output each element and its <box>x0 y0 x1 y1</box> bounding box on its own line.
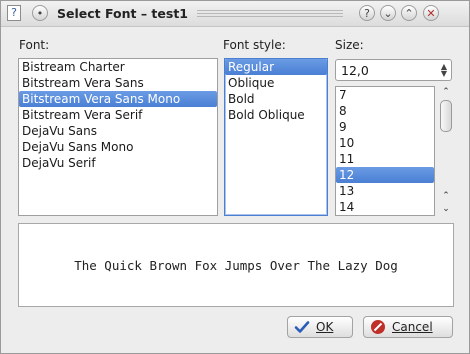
cancel-button[interactable]: Cancel <box>363 316 453 338</box>
size-list-item[interactable]: 10 <box>336 135 434 151</box>
help-button[interactable]: ? <box>359 5 375 21</box>
font-style-list[interactable]: Regular Oblique Bold Bold Oblique <box>224 58 328 216</box>
font-label: Font: <box>19 38 50 52</box>
size-value: 12,0 <box>341 63 369 78</box>
checkmark-icon <box>294 321 310 333</box>
cancel-button-label: Cancel <box>392 320 433 334</box>
window-help-icon[interactable]: ? <box>7 5 21 21</box>
font-preview: The Quick Brown Fox Jumps Over The Lazy … <box>18 223 454 307</box>
cancel-icon <box>371 320 385 334</box>
size-list-item[interactable]: 12 <box>336 167 434 183</box>
select-font-dialog: ? • Select Font – test1 ? ⌄ ⌃ ✕ Font: Bi… <box>0 0 470 354</box>
font-list-item[interactable]: Bistream Charter <box>19 59 217 75</box>
scroll-up-lower-icon[interactable]: ⌃ <box>440 190 452 202</box>
font-style-list-item[interactable]: Oblique <box>225 75 327 91</box>
size-list-item[interactable]: 7 <box>336 87 434 103</box>
size-list-scrollbar[interactable]: ⌃ ⌃ ⌄ <box>438 86 454 216</box>
title-bar[interactable]: ? • Select Font – test1 ? ⌄ ⌃ ✕ <box>1 1 469 27</box>
font-style-list-item[interactable]: Bold Oblique <box>225 107 327 123</box>
maximize-button[interactable]: ⌃ <box>401 5 417 21</box>
size-list-item[interactable]: 14 <box>336 199 434 215</box>
size-label: Size: <box>335 38 364 52</box>
minimize-button[interactable]: ⌄ <box>380 5 396 21</box>
size-list-item[interactable]: 8 <box>336 103 434 119</box>
size-spin-arrows[interactable]: ▲ ▼ <box>441 63 447 78</box>
scroll-up-icon[interactable]: ⌃ <box>440 86 452 98</box>
size-list-item[interactable]: 11 <box>336 151 434 167</box>
font-style-list-item[interactable]: Regular <box>225 59 327 75</box>
size-list[interactable]: 7 8 9 10 11 12 13 14 <box>335 86 435 216</box>
size-spinbox[interactable]: 12,0 ▲ ▼ <box>335 59 452 81</box>
preview-text: The Quick Brown Fox Jumps Over The Lazy … <box>74 258 398 273</box>
spin-down-icon[interactable]: ▼ <box>441 70 447 78</box>
close-icon: ✕ <box>426 7 436 20</box>
font-list-item[interactable]: Bitstream Vera Serif <box>19 107 217 123</box>
title-bar-grip <box>197 10 343 17</box>
font-list-item[interactable]: DejaVu Serif <box>19 155 217 171</box>
window-title: Select Font – test1 <box>57 6 188 21</box>
font-list-item[interactable]: DejaVu Sans Mono <box>19 139 217 155</box>
scrollbar-handle[interactable] <box>440 100 452 132</box>
font-style-list-item[interactable]: Bold <box>225 91 327 107</box>
font-list[interactable]: Bistream Charter Bitstream Vera Sans Bitst… <box>18 58 218 216</box>
font-list-item[interactable]: Bitstream Vera Sans Mono <box>19 91 217 107</box>
size-list-item[interactable]: 9 <box>336 119 434 135</box>
window-menu-icon[interactable]: • <box>32 5 48 21</box>
font-list-item[interactable]: DejaVu Sans <box>19 123 217 139</box>
size-list-item[interactable]: 13 <box>336 183 434 199</box>
ok-button[interactable]: OK <box>287 316 353 338</box>
close-button[interactable]: ✕ <box>423 5 439 21</box>
scroll-down-icon[interactable]: ⌄ <box>440 203 452 215</box>
font-style-label: Font style: <box>223 38 286 52</box>
font-list-item[interactable]: Bitstream Vera Sans <box>19 75 217 91</box>
ok-button-label: OK <box>316 320 334 334</box>
